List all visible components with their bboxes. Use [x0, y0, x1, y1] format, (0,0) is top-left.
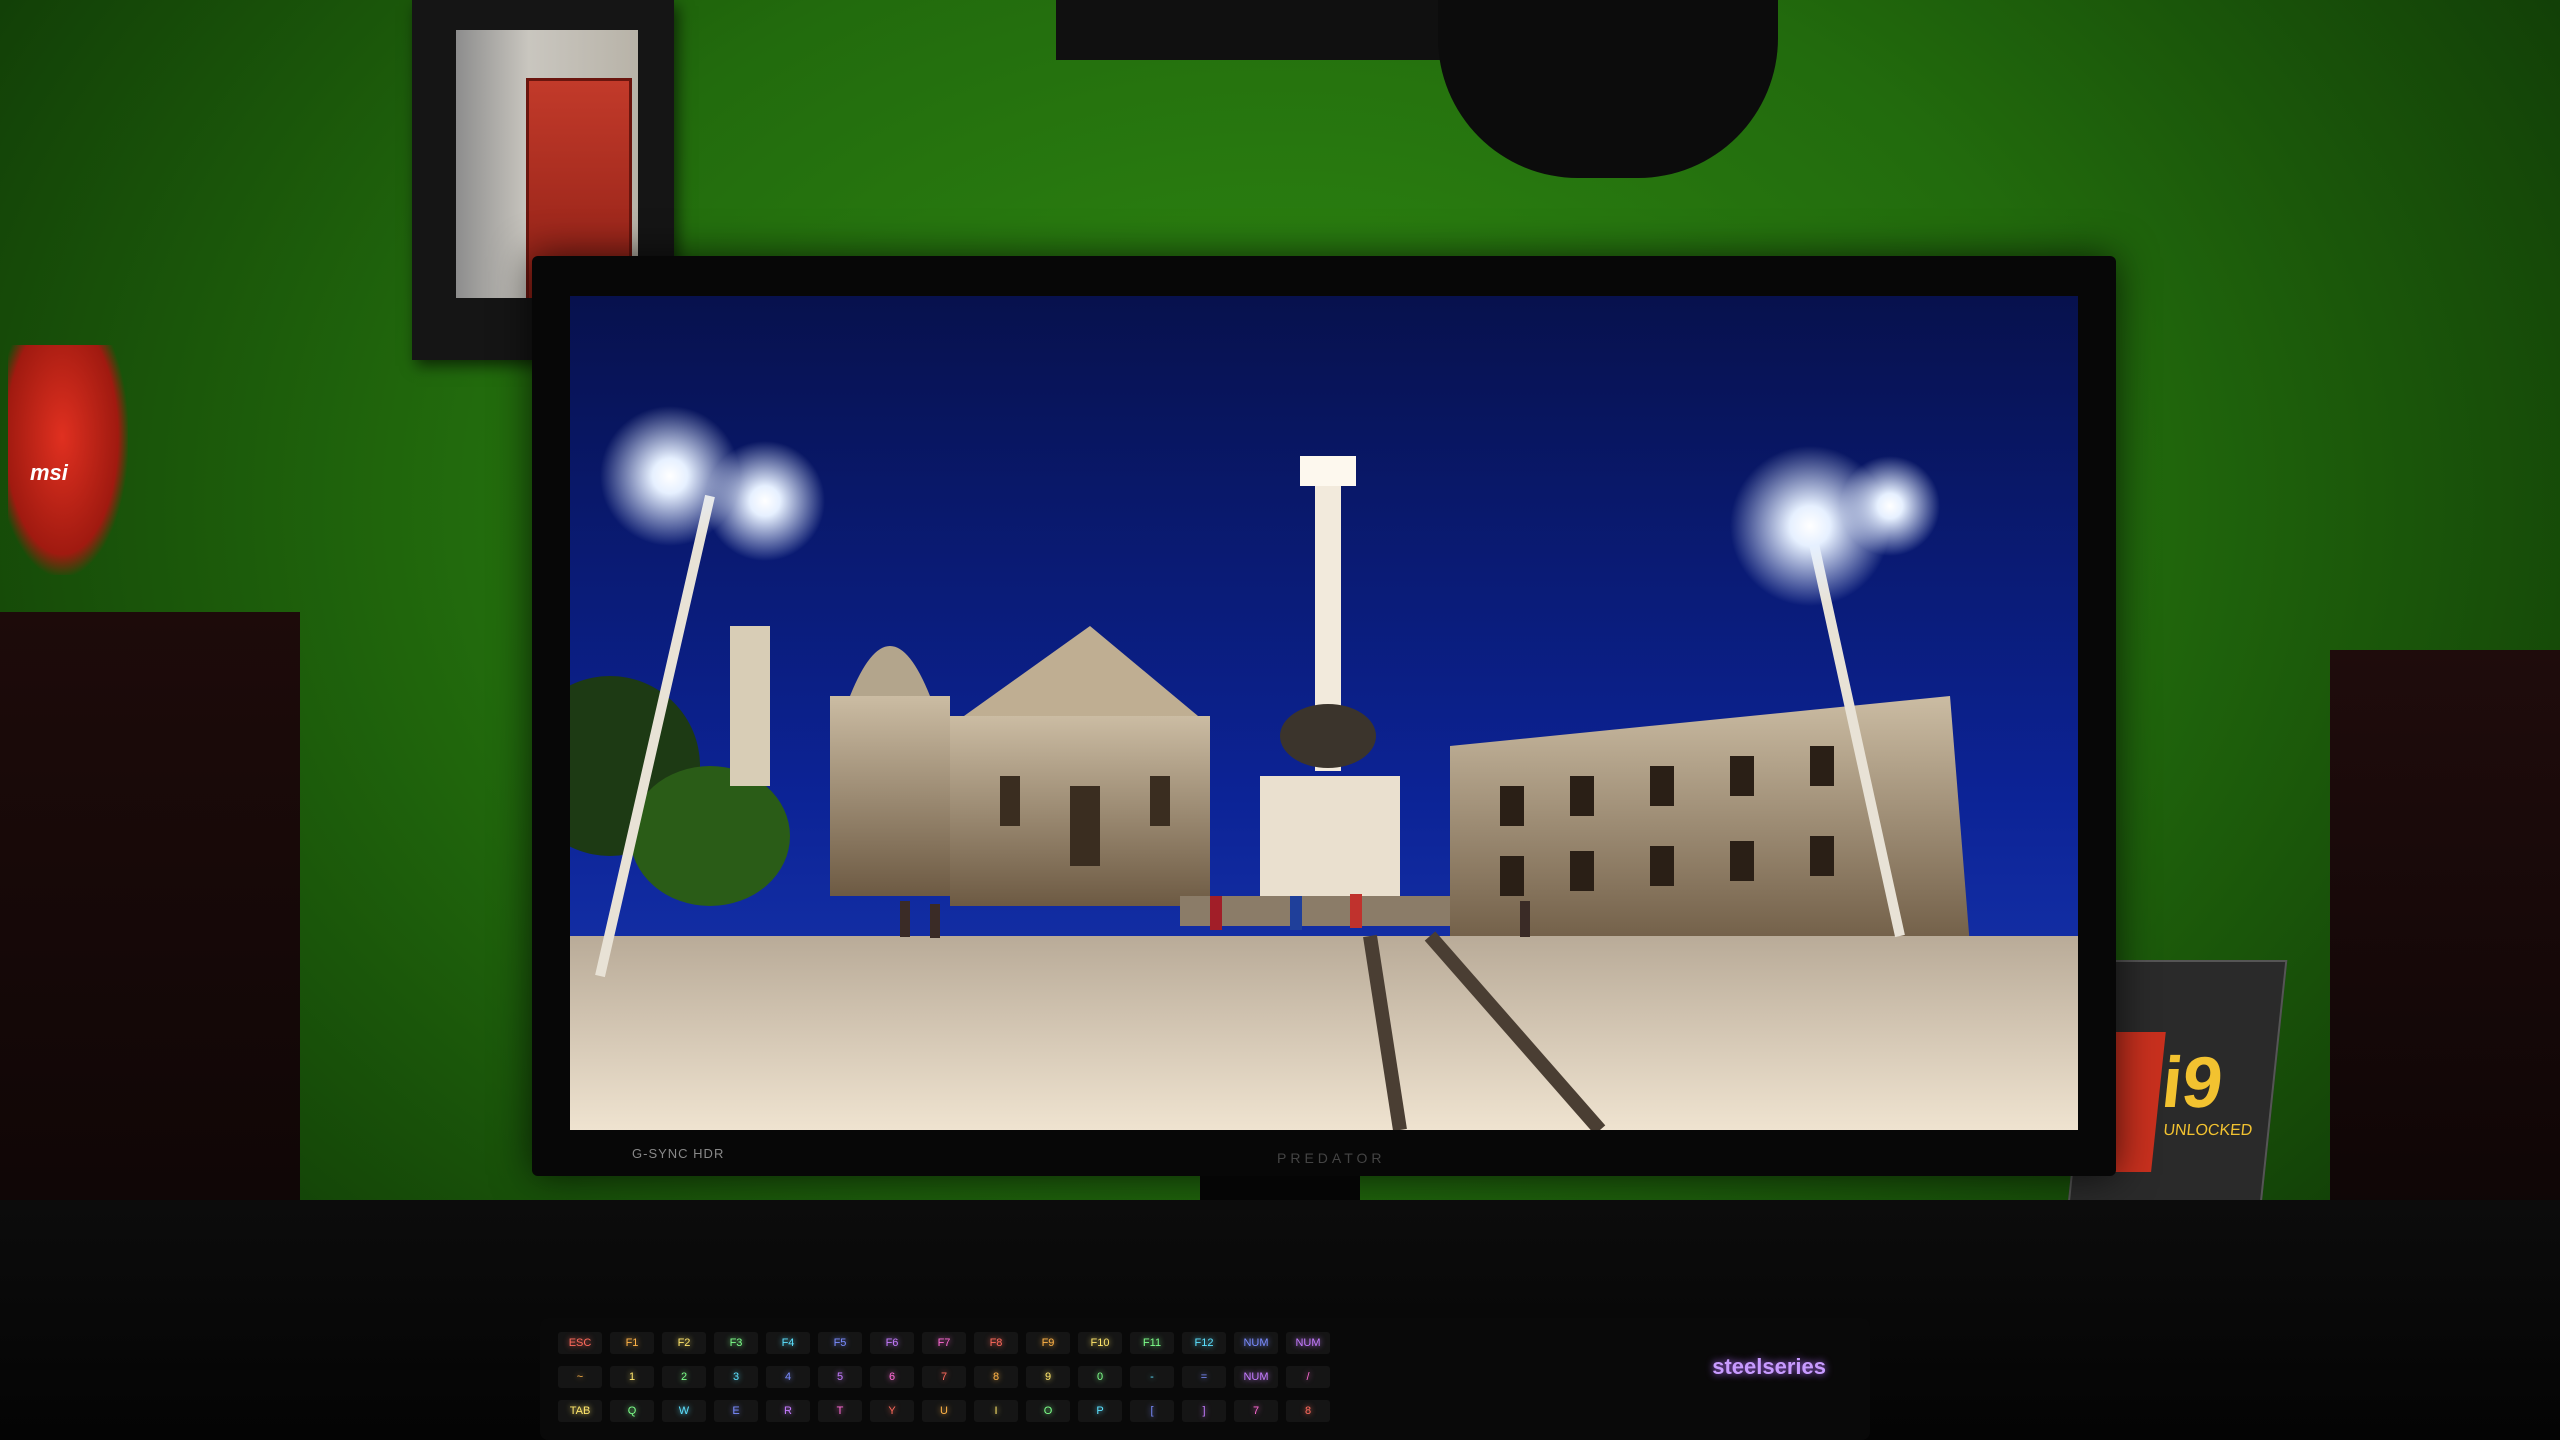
wall-mirror-frame [1056, 0, 1446, 60]
key[interactable]: ] [1182, 1400, 1226, 1422]
key[interactable]: TAB [558, 1400, 602, 1422]
key[interactable]: R [766, 1400, 810, 1422]
key[interactable]: F1 [610, 1332, 654, 1354]
key[interactable]: I [974, 1400, 1018, 1422]
key[interactable]: 4 [766, 1366, 810, 1388]
key[interactable]: F3 [714, 1332, 758, 1354]
key[interactable]: W [662, 1400, 706, 1422]
key[interactable]: 6 [870, 1366, 914, 1388]
monitor-screen [570, 296, 2078, 1130]
monitor-brand: PREDATOR [1277, 1150, 1386, 1166]
key[interactable]: P [1078, 1400, 1122, 1422]
key[interactable]: NUM [1234, 1332, 1278, 1354]
msi-dragon-figure [8, 345, 128, 575]
key[interactable]: F12 [1182, 1332, 1226, 1354]
key[interactable]: = [1182, 1366, 1226, 1388]
cpu-tag: UNLOCKED [2162, 1122, 2254, 1139]
key-row-2: ~1 2 3 4 5 6 7 8 9 0- = NUM / [558, 1366, 1330, 1388]
key[interactable]: 7 [1234, 1400, 1278, 1422]
key[interactable]: 3 [714, 1366, 758, 1388]
key[interactable]: / [1286, 1366, 1330, 1388]
dragon-label: msi [30, 460, 68, 485]
key[interactable]: 8 [1286, 1400, 1330, 1422]
key[interactable]: T [818, 1400, 862, 1422]
key[interactable]: NUM [1286, 1332, 1330, 1354]
key[interactable]: F2 [662, 1332, 706, 1354]
key[interactable]: F8 [974, 1332, 1018, 1354]
key[interactable]: F11 [1130, 1332, 1174, 1354]
key-row-1: ESC F1 F2 F3 F4 F5 F6 F7 F8 F9 F10 F11 F12 NUM NUM [558, 1332, 1330, 1354]
key[interactable]: - [1130, 1366, 1174, 1388]
key[interactable]: F10 [1078, 1332, 1122, 1354]
key[interactable]: 5 [818, 1366, 862, 1388]
key[interactable]: F6 [870, 1332, 914, 1354]
key-row-3: TAB Q W E R T Y U I O P [] 7 8 [558, 1400, 1330, 1422]
rgb-keyboard: ESC F1 F2 F3 F4 F5 F6 F7 F8 F9 F10 F11 F12 NUM NUM ~1 2… [540, 1318, 1870, 1440]
key[interactable]: 9 [1026, 1366, 1070, 1388]
key[interactable]: F4 [766, 1332, 810, 1354]
key[interactable]: Q [610, 1400, 654, 1422]
key[interactable]: F5 [818, 1332, 862, 1354]
keyboard-brand: steelseries [1712, 1354, 1826, 1379]
key[interactable]: U [922, 1400, 966, 1422]
cpu-model: i9 [2158, 1043, 2227, 1123]
key[interactable]: Y [870, 1400, 914, 1422]
piazza-night-photo [570, 296, 2078, 1130]
key[interactable]: O [1026, 1400, 1070, 1422]
key[interactable]: F9 [1026, 1332, 1070, 1354]
monitor: G-SYNC HDR PREDATOR [532, 256, 2116, 1176]
key[interactable]: E [714, 1400, 758, 1422]
piazza-pavement [570, 936, 2078, 1130]
key[interactable]: ~ [558, 1366, 602, 1388]
gsync-hdr-label: G-SYNC HDR [632, 1146, 725, 1161]
key[interactable]: [ [1130, 1400, 1174, 1422]
key[interactable]: F7 [922, 1332, 966, 1354]
key[interactable]: 1 [610, 1366, 654, 1388]
key[interactable]: 7 [922, 1366, 966, 1388]
key[interactable]: 8 [974, 1366, 1018, 1388]
key[interactable]: 0 [1078, 1366, 1122, 1388]
key[interactable]: 2 [662, 1366, 706, 1388]
key[interactable]: ESC [558, 1332, 602, 1354]
key[interactable]: NUM [1234, 1366, 1278, 1388]
